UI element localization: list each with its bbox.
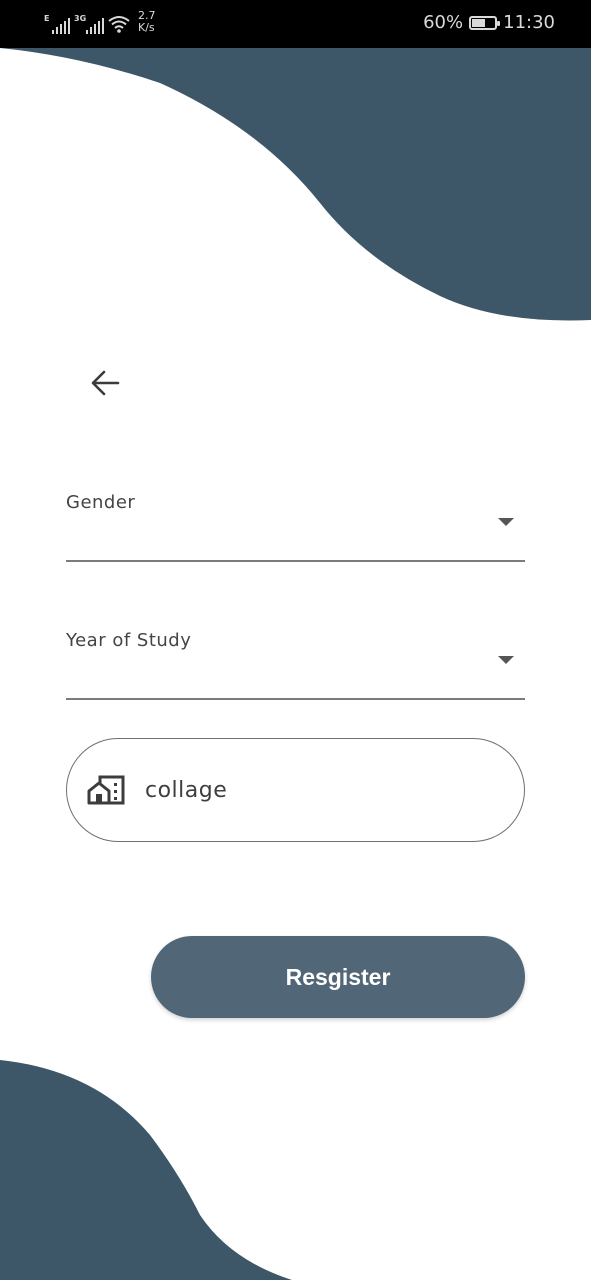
caret-down-icon <box>498 518 514 526</box>
battery-percent: 60% <box>423 12 464 33</box>
caret-down-icon <box>498 656 514 664</box>
network-type-2: 3G <box>74 14 87 23</box>
wifi-icon <box>108 16 130 33</box>
year-of-study-dropdown[interactable]: Year of Study <box>66 630 525 700</box>
bottom-wave-decoration <box>0 1060 292 1280</box>
network-speed-unit: K/s <box>138 21 155 34</box>
building-icon <box>87 774 125 806</box>
gender-label: Gender <box>66 492 136 513</box>
back-button[interactable] <box>84 362 126 404</box>
battery-icon <box>469 15 501 30</box>
status-bar-right: 60% 11:30 <box>423 12 555 33</box>
signal-icon: E <box>44 14 70 34</box>
status-bar-left: E 3G 2.7 K/s <box>44 10 156 34</box>
gender-dropdown[interactable]: Gender <box>66 492 525 562</box>
register-button[interactable]: Resgister <box>151 936 525 1018</box>
college-input[interactable]: collage <box>66 738 525 842</box>
status-bar: E 3G 2.7 K/s 60% 11:30 <box>0 0 591 48</box>
arrow-left-icon <box>91 370 120 396</box>
signal-icon: 3G <box>74 14 104 34</box>
top-wave-decoration <box>0 48 591 321</box>
college-input-value: collage <box>145 777 228 803</box>
clock: 11:30 <box>503 12 555 33</box>
year-of-study-label: Year of Study <box>66 630 192 651</box>
network-speed: 2.7 K/s <box>138 10 156 34</box>
network-type-1: E <box>44 14 50 23</box>
